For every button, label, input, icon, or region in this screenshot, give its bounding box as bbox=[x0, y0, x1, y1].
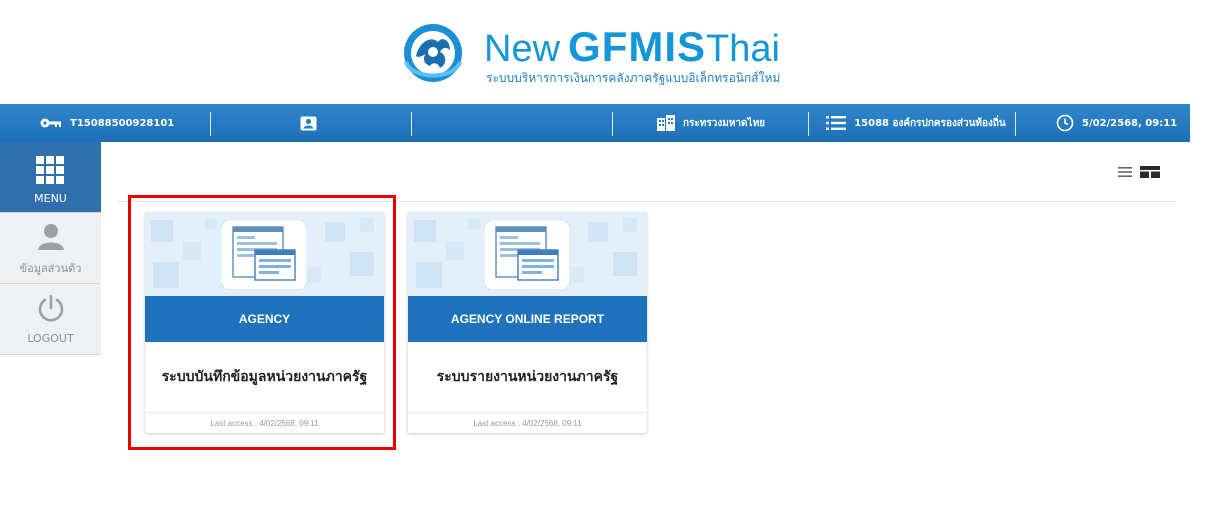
sidebar-item-menu[interactable]: MENU bbox=[0, 142, 101, 213]
sidebar: MENU ข้อมูลส่วนตัว LOGOUT bbox=[0, 142, 101, 355]
building-icon bbox=[657, 115, 675, 131]
document-window-icon bbox=[221, 220, 307, 290]
department-cell: 15088 องค์กรปกครองส่วนท้องถิ่น bbox=[826, 104, 1006, 142]
card-banner bbox=[145, 212, 384, 296]
top-info-bar: T15088500928101 กระทรวงมหาดไทย 15088 องค… bbox=[0, 104, 1190, 142]
user-icon bbox=[38, 224, 64, 250]
card-title: ระบบบันทึกข้อมูลหน่วยงานภาครัฐ bbox=[161, 369, 368, 385]
power-icon bbox=[38, 294, 64, 322]
card-last-access: Last access : 4/02/2568, 09:11 bbox=[145, 412, 384, 434]
ministry-cell: กระทรวงมหาดไทย bbox=[657, 104, 765, 142]
document-window-icon bbox=[484, 220, 570, 290]
card-banner bbox=[408, 212, 647, 296]
sidebar-item-label: LOGOUT bbox=[27, 332, 74, 345]
brand-logo: New GFMISThai ระบบบริหารการเงินการคลังภาค… bbox=[402, 22, 822, 88]
sidebar-item-label: MENU bbox=[34, 192, 67, 205]
key-icon bbox=[40, 118, 61, 128]
user-id: T15088500928101 bbox=[70, 117, 175, 129]
app-card-agency[interactable]: AGENCY ระบบบันทึกข้อมูลหน่วยงานภาครัฐ La… bbox=[145, 212, 384, 433]
brand-subtitle: ระบบบริหารการเงินการคลังภาครัฐแบบอิเล็กท… bbox=[486, 71, 781, 85]
datetime-cell: 5/02/2568, 09:11 bbox=[1056, 104, 1177, 142]
brand-title-new: New bbox=[484, 28, 561, 70]
sidebar-item-logout[interactable]: LOGOUT bbox=[0, 284, 101, 355]
card-last-access: Last access : 4/02/2568, 09:11 bbox=[408, 412, 647, 434]
clock-icon bbox=[1056, 114, 1074, 132]
brand-title: New GFMISThai bbox=[484, 23, 780, 70]
ministry-name: กระทรวงมหาดไทย bbox=[683, 117, 766, 129]
brand-title-gfmis: GFMIS bbox=[568, 23, 707, 70]
divider bbox=[118, 201, 1176, 202]
app-card-agency-online-report[interactable]: AGENCY ONLINE REPORT ระบบรายงานหน่วยงานภ… bbox=[408, 212, 647, 433]
user-id-cell: T15088500928101 bbox=[40, 104, 174, 142]
sidebar-item-label: ข้อมูลส่วนตัว bbox=[19, 262, 82, 275]
datetime: 5/02/2568, 09:11 bbox=[1082, 117, 1178, 129]
profile-cell[interactable] bbox=[300, 104, 317, 142]
grid-menu-icon bbox=[36, 156, 64, 184]
list-view-icon[interactable] bbox=[1118, 166, 1132, 178]
card-band-label: AGENCY bbox=[145, 296, 384, 342]
garuda-emblem-icon bbox=[404, 24, 462, 82]
list-icon bbox=[826, 116, 846, 130]
card-view-icon[interactable] bbox=[1140, 166, 1160, 178]
profile-card-icon[interactable] bbox=[300, 116, 317, 131]
brand-title-thai: Thai bbox=[706, 28, 780, 70]
sidebar-item-profile[interactable]: ข้อมูลส่วนตัว bbox=[0, 213, 101, 284]
card-band-label: AGENCY ONLINE REPORT bbox=[408, 296, 647, 342]
view-toggle bbox=[1118, 164, 1174, 180]
department-name: 15088 องค์กรปกครองส่วนท้องถิ่น bbox=[854, 117, 1006, 129]
card-title: ระบบรายงานหน่วยงานภาครัฐ bbox=[436, 369, 619, 385]
